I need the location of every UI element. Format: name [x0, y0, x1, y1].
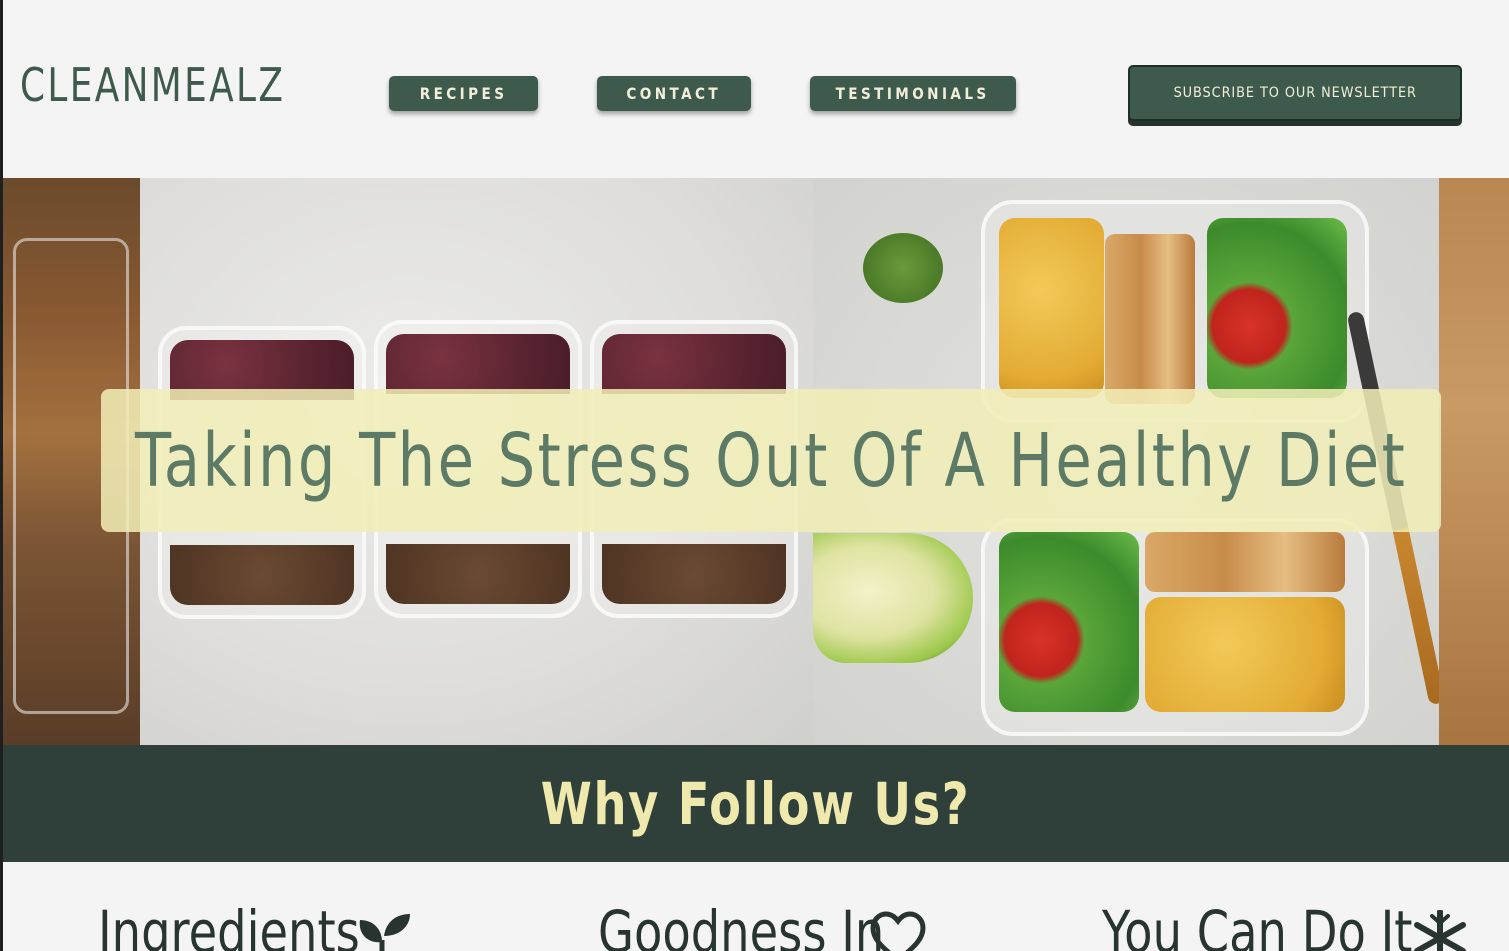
- subscribe-newsletter-label: SUBSCRIBE TO OUR NEWSLETTER: [1173, 85, 1417, 101]
- site-logo[interactable]: CLEANMEALZ: [20, 58, 285, 112]
- snowflake-icon: [1414, 910, 1466, 951]
- sprout-icon: [359, 914, 410, 951]
- why-follow-us-title: Why Follow Us?: [541, 769, 971, 838]
- feature-you-can-do-it: You Can Do It: [1102, 898, 1490, 951]
- feature-ingredients: Ingredients: [98, 898, 425, 951]
- feature-you-can-do-it-label: You Can Do It: [1102, 898, 1413, 951]
- chicken-portion: [1105, 234, 1195, 404]
- window-edge: [0, 0, 3, 951]
- veggies-portion: [999, 532, 1139, 712]
- site-header: CLEANMEALZ RECIPES CONTACT TESTIMONIALS …: [0, 0, 1509, 178]
- nav-recipes-label: RECIPES: [419, 84, 508, 103]
- chicken-portion: [1145, 532, 1345, 592]
- rice-portion: [386, 334, 570, 394]
- lentil-portion: [602, 544, 786, 604]
- heart-icon: [870, 911, 926, 951]
- feature-goodness-in: Goodness In: [598, 898, 956, 951]
- avocado-graphic: [813, 533, 973, 663]
- nav-contact-label: CONTACT: [626, 84, 722, 103]
- feature-ingredients-label: Ingredients: [98, 898, 360, 951]
- lentil-portion: [170, 545, 354, 605]
- subscribe-newsletter-button[interactable]: SUBSCRIBE TO OUR NEWSLETTER: [1128, 65, 1462, 121]
- hero-image-right-strip: [1439, 178, 1509, 745]
- broccoli-graphic: [863, 233, 943, 303]
- chickpeas-portion: [1145, 597, 1345, 712]
- hero-title: Taking The Stress Out Of A Healthy Diet: [134, 417, 1408, 504]
- nav-contact-button[interactable]: CONTACT: [597, 76, 751, 111]
- nav-testimonials-button[interactable]: TESTIMONIALS: [810, 76, 1016, 111]
- lentil-portion: [386, 544, 570, 604]
- chickpeas-portion: [999, 218, 1104, 398]
- hero-section: Taking The Stress Out Of A Healthy Diet: [3, 178, 1509, 745]
- meal-container: [981, 518, 1369, 736]
- hero-banner: Taking The Stress Out Of A Healthy Diet: [101, 389, 1441, 532]
- nav-recipes-button[interactable]: RECIPES: [389, 76, 538, 111]
- feature-goodness-in-label: Goodness In: [598, 898, 885, 951]
- veggies-portion: [1207, 218, 1347, 398]
- nav-testimonials-label: TESTIMONIALS: [835, 84, 991, 103]
- why-follow-us-band: Why Follow Us?: [3, 745, 1509, 862]
- rice-portion: [602, 334, 786, 394]
